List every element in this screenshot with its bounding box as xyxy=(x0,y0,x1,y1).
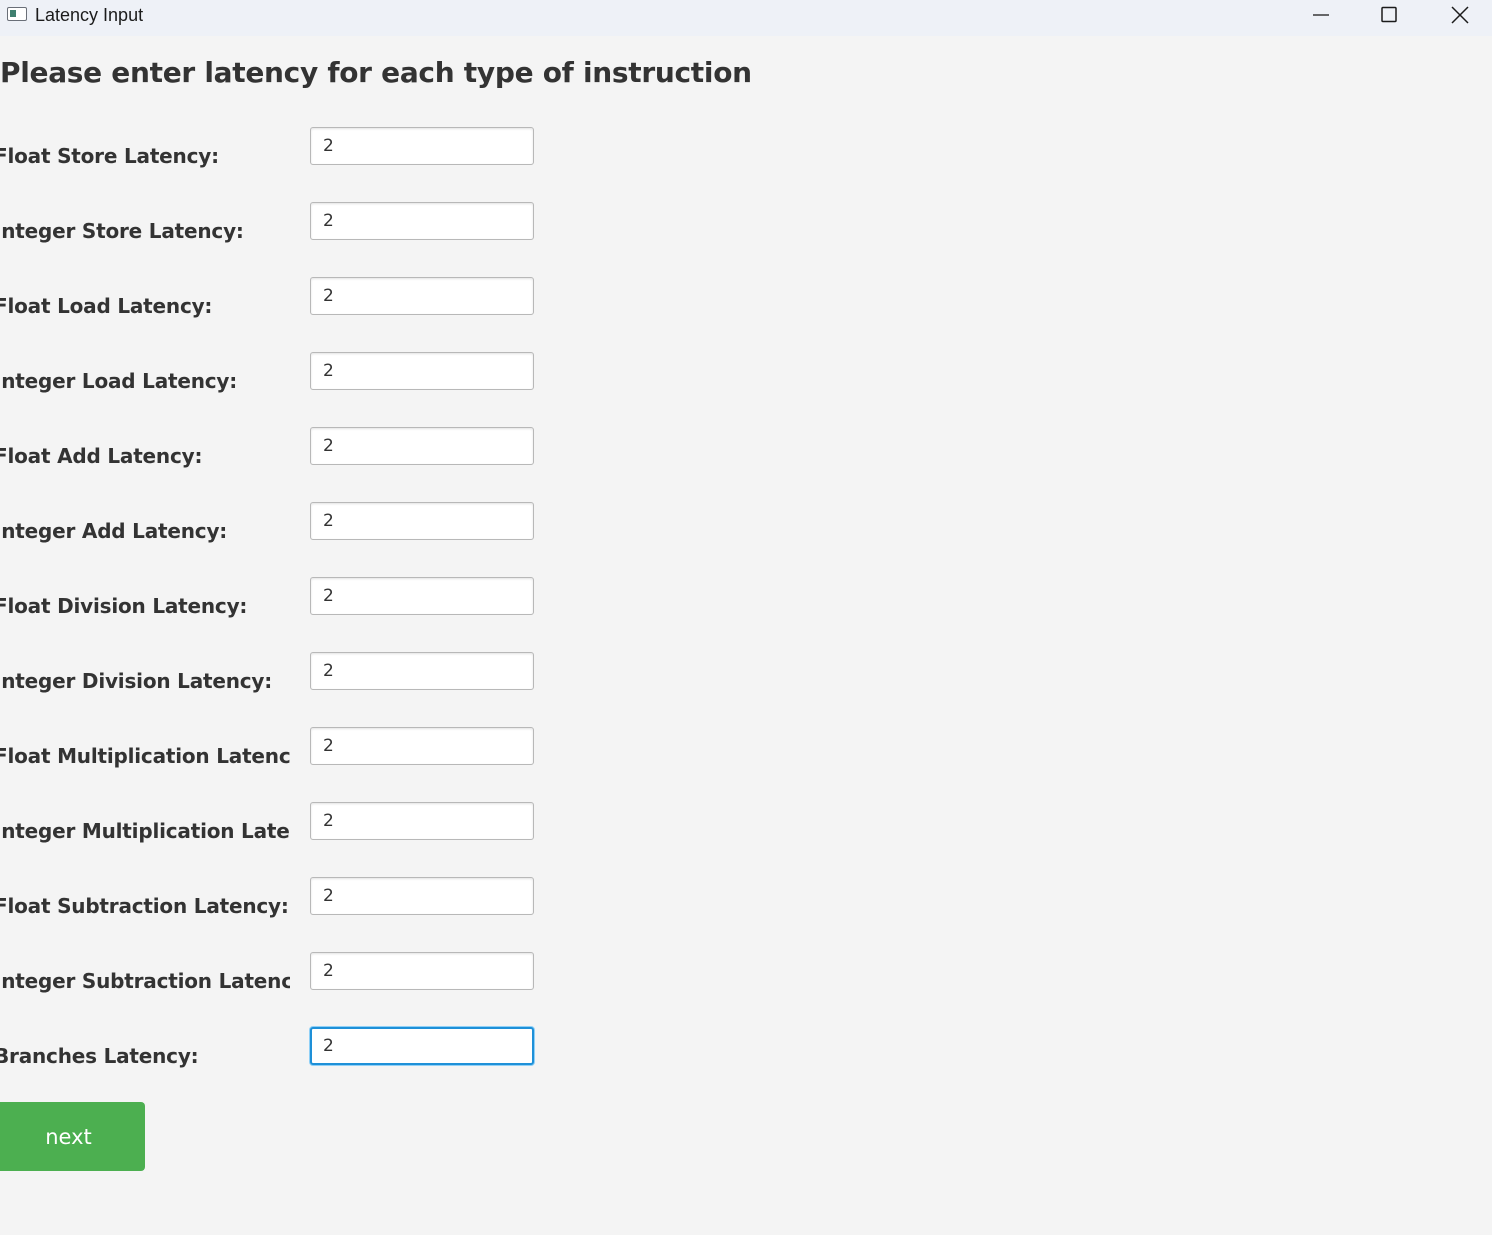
float-subtraction-latency-label: Float Subtraction Latency: xyxy=(0,894,289,918)
minimize-icon xyxy=(1313,14,1329,16)
minimize-button[interactable] xyxy=(1286,0,1356,30)
integer-add-latency-label: Integer Add Latency: xyxy=(0,519,228,543)
float-add-latency-label: Float Add Latency: xyxy=(0,444,203,468)
branches-latency-label: Branches Latency: xyxy=(0,1044,199,1068)
integer-store-latency-label: Integer Store Latency: xyxy=(0,219,244,243)
float-division-latency-label: Float Division Latency: xyxy=(0,594,248,618)
float-load-latency-label: Float Load Latency: xyxy=(0,294,213,318)
integer-subtraction-latency-label: Integer Subtraction Latency: xyxy=(0,969,290,993)
integer-multiplication-latency-input[interactable] xyxy=(310,802,534,840)
integer-division-latency-label: Integer Division Latency: xyxy=(0,669,273,693)
integer-store-latency-input[interactable] xyxy=(310,202,534,240)
float-store-latency-label: Float Store Latency: xyxy=(0,144,219,168)
branches-latency-input[interactable] xyxy=(310,1027,534,1065)
app-window-icon xyxy=(7,7,27,21)
integer-add-latency-input[interactable] xyxy=(310,502,534,540)
float-division-latency-input[interactable] xyxy=(310,577,534,615)
integer-division-latency-input[interactable] xyxy=(310,652,534,690)
integer-multiplication-latency-label: Integer Multiplication Laten... xyxy=(0,819,290,843)
integer-subtraction-latency-input[interactable] xyxy=(310,952,534,990)
close-button[interactable] xyxy=(1425,0,1492,30)
float-load-latency-input[interactable] xyxy=(310,277,534,315)
float-store-latency-input[interactable] xyxy=(310,127,534,165)
float-subtraction-latency-input[interactable] xyxy=(310,877,534,915)
close-icon xyxy=(1451,6,1469,24)
title-bar: Latency Input xyxy=(0,0,1492,36)
float-multiplication-latency-input[interactable] xyxy=(310,727,534,765)
next-button[interactable]: next xyxy=(0,1102,145,1171)
integer-load-latency-label: Integer Load Latency: xyxy=(0,369,238,393)
maximize-icon xyxy=(1381,6,1397,23)
float-add-latency-input[interactable] xyxy=(310,427,534,465)
float-multiplication-latency-label: Float Multiplication Latency: xyxy=(0,744,290,768)
integer-load-latency-input[interactable] xyxy=(310,352,534,390)
maximize-button[interactable] xyxy=(1354,0,1424,30)
page-heading: Please enter latency for each type of in… xyxy=(0,56,752,89)
window-title: Latency Input xyxy=(35,5,144,25)
